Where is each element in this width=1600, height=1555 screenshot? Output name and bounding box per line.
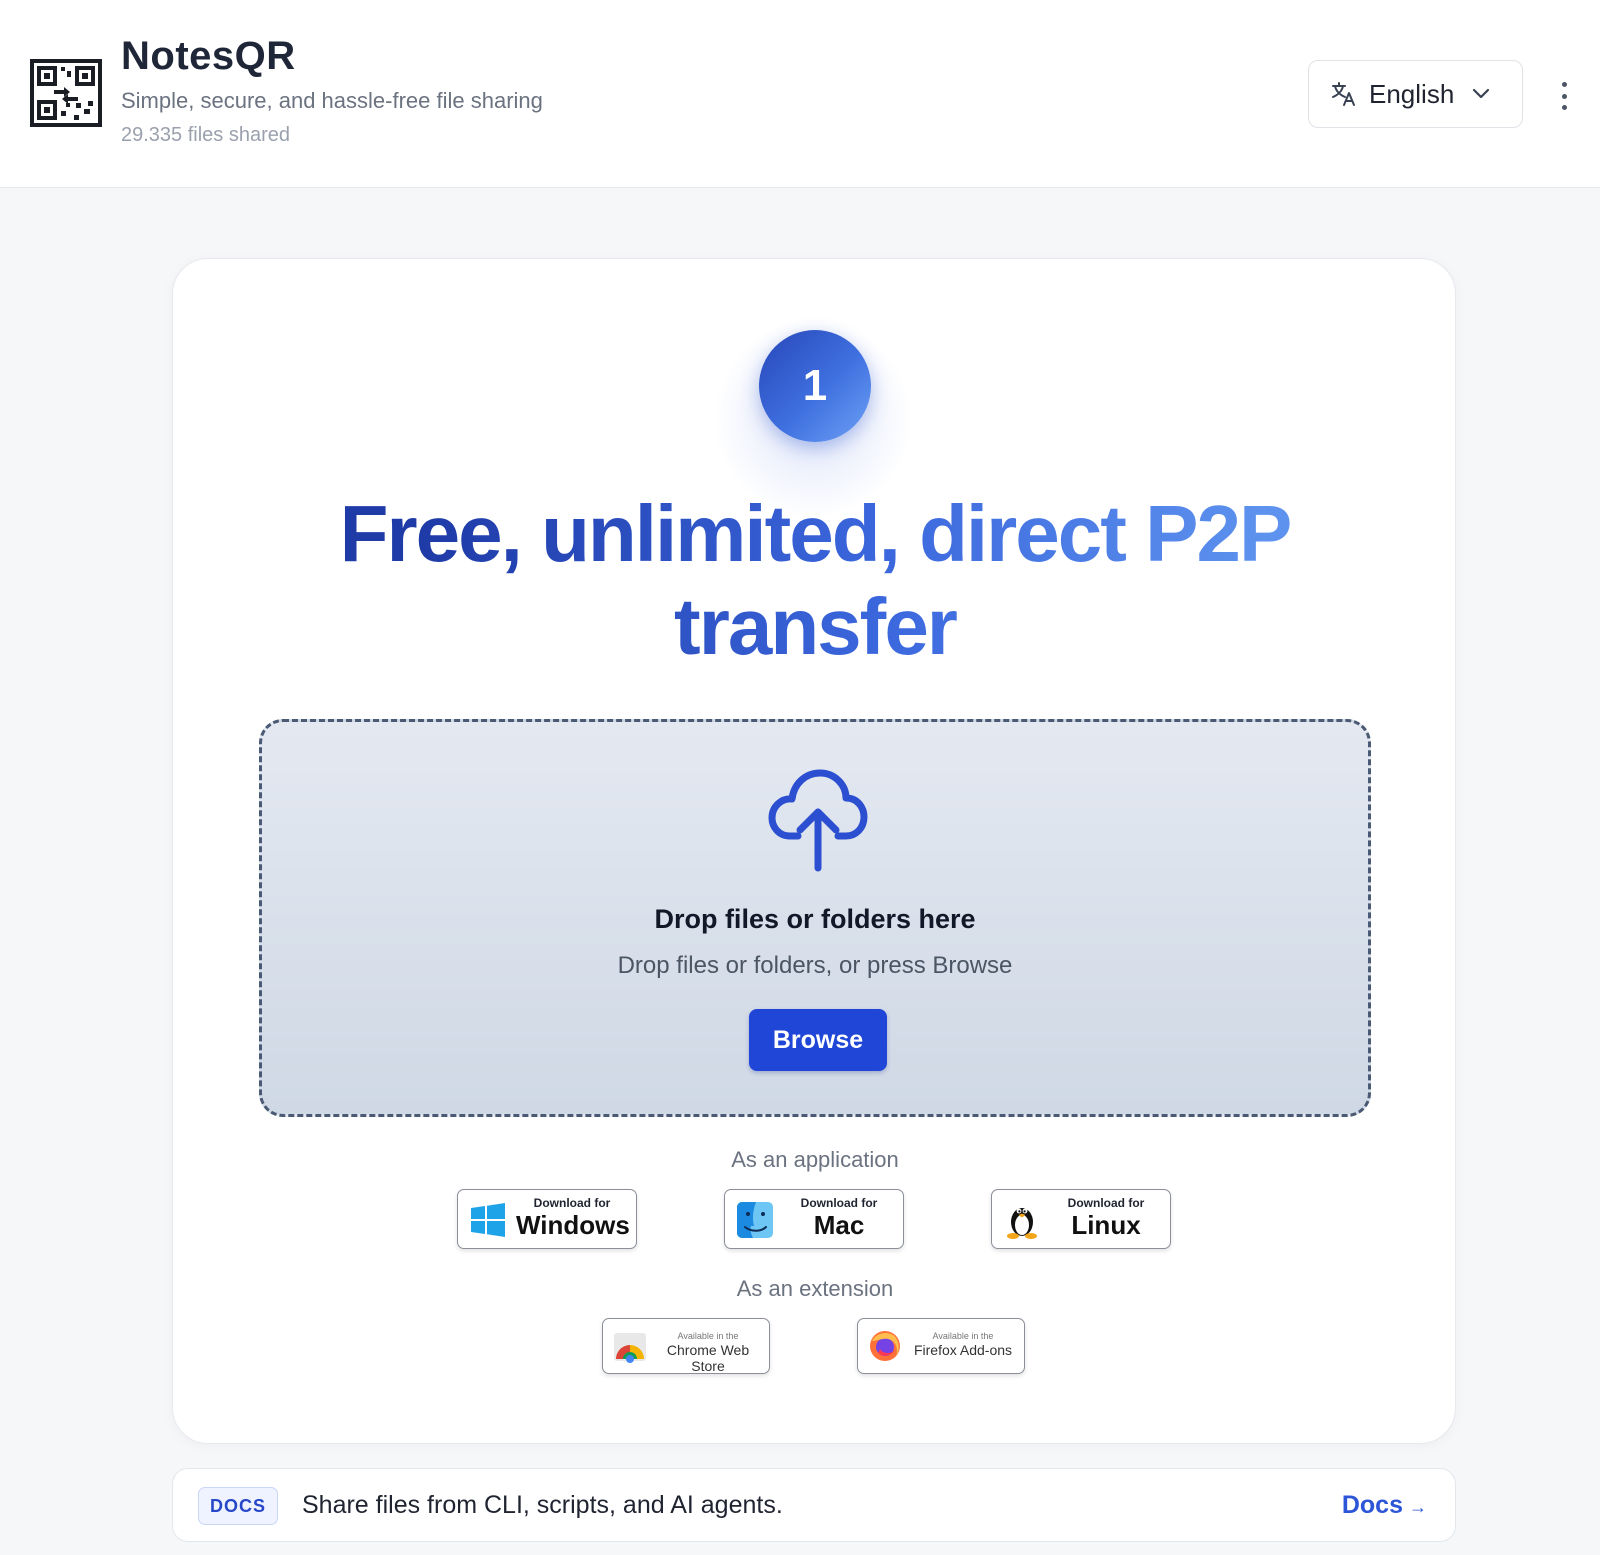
more-vertical-icon[interactable] bbox=[1552, 78, 1576, 114]
arrow-right-icon: → bbox=[1409, 1497, 1427, 1517]
hero-headline: Free, unlimited, direct P2P transfer bbox=[173, 487, 1457, 673]
translate-icon bbox=[1332, 82, 1355, 106]
drop-zone-title: Drop files or folders here bbox=[654, 904, 976, 934]
step-indicator: 1 bbox=[759, 330, 871, 442]
app-title: NotesQR bbox=[121, 34, 296, 78]
badge-platform: Linux bbox=[1071, 1210, 1141, 1240]
firefox-addons-button[interactable]: Available in the Firefox Add-ons bbox=[857, 1318, 1025, 1374]
firefox-icon bbox=[870, 1331, 900, 1361]
chrome-web-store-button[interactable]: Available in the Chrome Web Store bbox=[602, 1318, 770, 1374]
finder-icon bbox=[737, 1202, 773, 1238]
chevron-down-icon bbox=[1473, 88, 1490, 99]
tux-icon bbox=[1007, 1208, 1037, 1239]
main-card: 1 Free, unlimited, direct P2P transfer D… bbox=[172, 258, 1456, 1444]
download-mac-button[interactable]: Download for Mac bbox=[724, 1189, 904, 1249]
qr-code-logo-icon[interactable] bbox=[30, 59, 102, 127]
windows-icon bbox=[471, 1203, 505, 1237]
download-linux-button[interactable]: Download for Linux bbox=[991, 1189, 1171, 1249]
headline-line-1: Free, unlimited, direct P2P bbox=[339, 489, 1291, 578]
files-shared-count: 29.335 files shared bbox=[121, 124, 291, 146]
badge-caption: Download for bbox=[1067, 1196, 1145, 1210]
badge-caption: Download for bbox=[800, 1196, 878, 1210]
application-section-label: As an application bbox=[731, 1147, 899, 1172]
badge-store: Chrome Web Store bbox=[666, 1342, 750, 1374]
headline-line-2: transfer bbox=[674, 582, 956, 671]
docs-link[interactable]: Docs → bbox=[1342, 1491, 1427, 1520]
chrome-web-store-icon bbox=[614, 1333, 646, 1363]
docs-badge: DOCS bbox=[198, 1487, 278, 1525]
cloud-upload-icon bbox=[768, 769, 868, 872]
app-header: NotesQR Simple, secure, and hassle-free … bbox=[0, 0, 1600, 188]
docs-banner: DOCS Share files from CLI, scripts, and … bbox=[172, 1468, 1456, 1542]
docs-description: Share files from CLI, scripts, and AI ag… bbox=[302, 1491, 783, 1519]
download-windows-button[interactable]: Download for Windows bbox=[457, 1189, 637, 1249]
docs-link-label: Docs bbox=[1341, 1491, 1403, 1519]
badge-caption: Download for bbox=[533, 1196, 611, 1210]
badge-caption: Available in the bbox=[677, 1331, 739, 1341]
badge-caption: Available in the bbox=[932, 1331, 994, 1341]
badge-platform: Mac bbox=[813, 1210, 865, 1240]
app-tagline: Simple, secure, and hassle-free file sha… bbox=[121, 88, 543, 113]
browse-button[interactable]: Browse bbox=[749, 1009, 887, 1071]
badge-platform: Windows bbox=[516, 1210, 630, 1240]
badge-store: Firefox Add-ons bbox=[913, 1342, 1013, 1358]
extension-section-label: As an extension bbox=[736, 1276, 894, 1301]
language-selector[interactable]: English bbox=[1308, 60, 1523, 128]
drop-zone-subtitle: Drop files or folders, or press Browse bbox=[617, 952, 1013, 979]
file-drop-zone[interactable]: Drop files or folders here Drop files or… bbox=[259, 719, 1371, 1117]
language-label: English bbox=[1369, 78, 1455, 109]
